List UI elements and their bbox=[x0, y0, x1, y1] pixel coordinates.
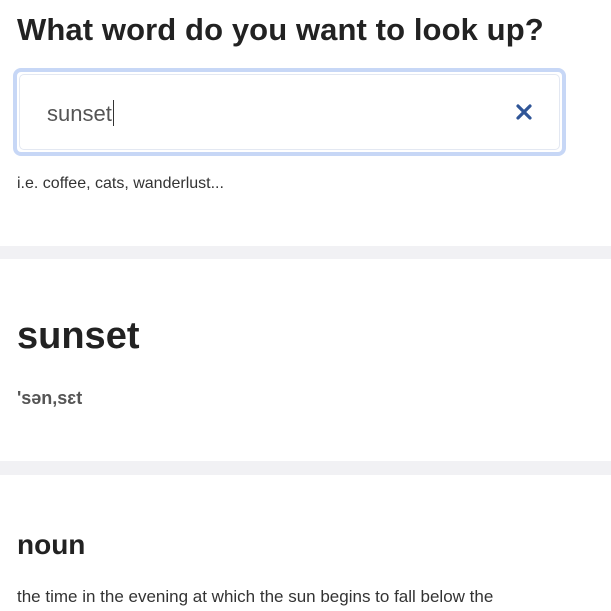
search-hint: i.e. coffee, cats, wanderlust... bbox=[17, 175, 224, 192]
meaning-section: noun the time in the evening at which th… bbox=[0, 475, 611, 611]
search-input-value: sunset bbox=[47, 101, 112, 126]
text-caret bbox=[112, 100, 114, 126]
close-icon bbox=[516, 104, 532, 120]
word-title: sunset bbox=[17, 315, 140, 357]
part-of-speech: noun bbox=[17, 529, 86, 560]
search-input[interactable]: sunset bbox=[47, 100, 114, 127]
definition-text: the time in the evening at which the sun… bbox=[17, 587, 494, 606]
phonetic-text: 'sən,sɛt bbox=[17, 388, 83, 408]
search-input-box[interactable]: sunset bbox=[13, 68, 566, 156]
search-section: What word do you want to look up? sunset… bbox=[0, 0, 611, 246]
word-section: sunset 'sən,sɛt bbox=[0, 259, 611, 461]
clear-search-button[interactable] bbox=[512, 100, 536, 124]
search-question-heading: What word do you want to look up? bbox=[17, 12, 544, 47]
